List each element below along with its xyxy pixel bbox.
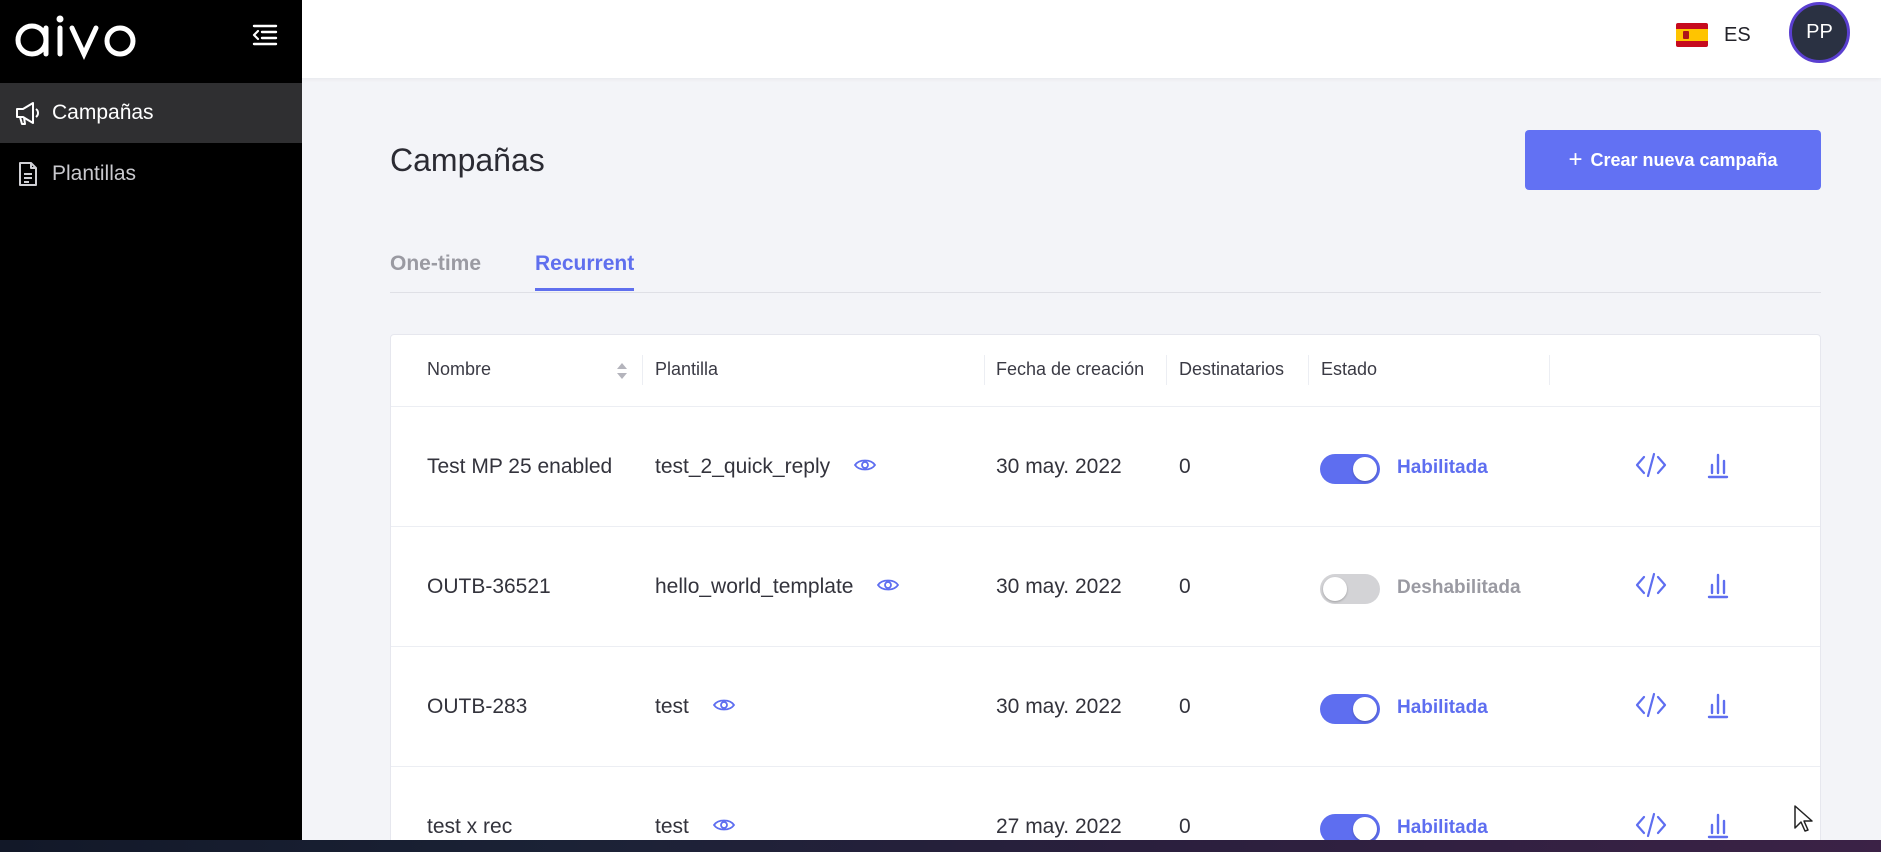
preview-eye-icon[interactable] [712,698,735,712]
template-cell: test_2_quick_reply [655,455,876,479]
stats-icon[interactable] [1707,691,1729,719]
campaign-name: OUTB-36521 [427,575,551,598]
template-name: test_2_quick_reply [655,455,831,478]
mouse-cursor-icon [1794,805,1813,832]
aivo-logo-mark [15,15,136,60]
table-header: Nombre Plantilla Fecha de creación Desti… [391,335,1820,407]
status-toggle[interactable] [1320,694,1380,724]
template-name: test [655,695,689,718]
campaign-name: Test MP 25 enabled [427,455,613,478]
status-toggle[interactable] [1320,454,1380,484]
recipients-count: 0 [1179,815,1191,838]
column-header-plantilla: Plantilla [655,359,719,379]
stats-icon[interactable] [1707,571,1729,599]
campaign-name: OUTB-283 [427,695,528,718]
megaphone-icon [14,99,42,127]
creation-date: 30 may. 2022 [996,575,1122,598]
recipients-count: 0 [1179,695,1191,718]
creation-date: 27 may. 2022 [996,815,1122,838]
status-label: Deshabilitada [1397,577,1521,598]
sidebar: Campañas Plantillas [0,0,302,840]
plus-icon: + [1568,146,1583,173]
table-row[interactable]: OUTB-36521 hello_world_template 30 may. … [391,527,1820,647]
preview-eye-icon[interactable] [877,578,900,592]
stats-icon[interactable] [1707,811,1729,839]
tab-one-time[interactable]: One-time [390,252,481,288]
template-name: hello_world_template [655,575,854,598]
stats-icon[interactable] [1707,451,1729,479]
preview-eye-icon[interactable] [853,458,876,472]
table-row[interactable]: Test MP 25 enabled test_2_quick_reply 30… [391,407,1820,527]
recipients-count: 0 [1179,575,1191,598]
language-code: ES [1724,23,1751,46]
column-header-destinatarios: Destinatarios [1179,359,1285,379]
creation-date: 30 may. 2022 [996,455,1122,478]
recipients-count: 0 [1179,455,1191,478]
status-label: Habilitada [1397,817,1488,838]
language-selector[interactable]: ES [1676,18,1751,52]
campaign-tabs: One-time Recurrent [390,250,1821,293]
sort-icon[interactable] [616,361,628,381]
sidebar-item-label: Campañas [52,101,154,124]
status-label: Habilitada [1397,457,1488,478]
collapse-menu-icon[interactable] [250,22,280,48]
sidebar-item-label: Plantillas [52,162,137,185]
create-campaign-label: Crear nueva campaña [1590,149,1778,170]
template-cell: test [655,815,735,839]
sidebar-item-campanas[interactable]: Campañas [0,83,302,143]
code-icon[interactable] [1635,451,1667,479]
code-icon[interactable] [1635,691,1667,719]
create-campaign-button[interactable]: + Crear nueva campaña [1525,130,1821,190]
document-icon [14,160,42,188]
tab-recurrent[interactable]: Recurrent [535,252,635,291]
spain-flag-icon [1676,23,1708,47]
code-icon[interactable] [1635,811,1667,839]
campaigns-table: Nombre Plantilla Fecha de creación Desti… [390,334,1821,852]
template-name: test [655,815,689,838]
table-row[interactable]: OUTB-283 test 30 may. 2022 0 Habilitada [391,647,1820,767]
aivo-logo[interactable] [14,12,144,62]
column-header-fecha: Fecha de creación [996,359,1145,379]
column-header-nombre[interactable]: Nombre [427,359,491,380]
os-taskbar [0,840,1881,852]
template-cell: hello_world_template [655,575,900,599]
top-bar [302,0,1881,78]
campaign-name: test x rec [427,815,513,838]
status-toggle[interactable] [1320,574,1380,604]
column-header-estado: Estado [1321,359,1378,379]
page-title: Campañas [390,142,545,178]
template-cell: test [655,695,735,719]
preview-eye-icon[interactable] [712,818,735,832]
status-label: Habilitada [1397,697,1488,718]
user-avatar[interactable]: PP [1789,2,1850,63]
code-icon[interactable] [1635,571,1667,599]
sidebar-item-plantillas[interactable]: Plantillas [0,144,302,204]
creation-date: 30 may. 2022 [996,695,1122,718]
